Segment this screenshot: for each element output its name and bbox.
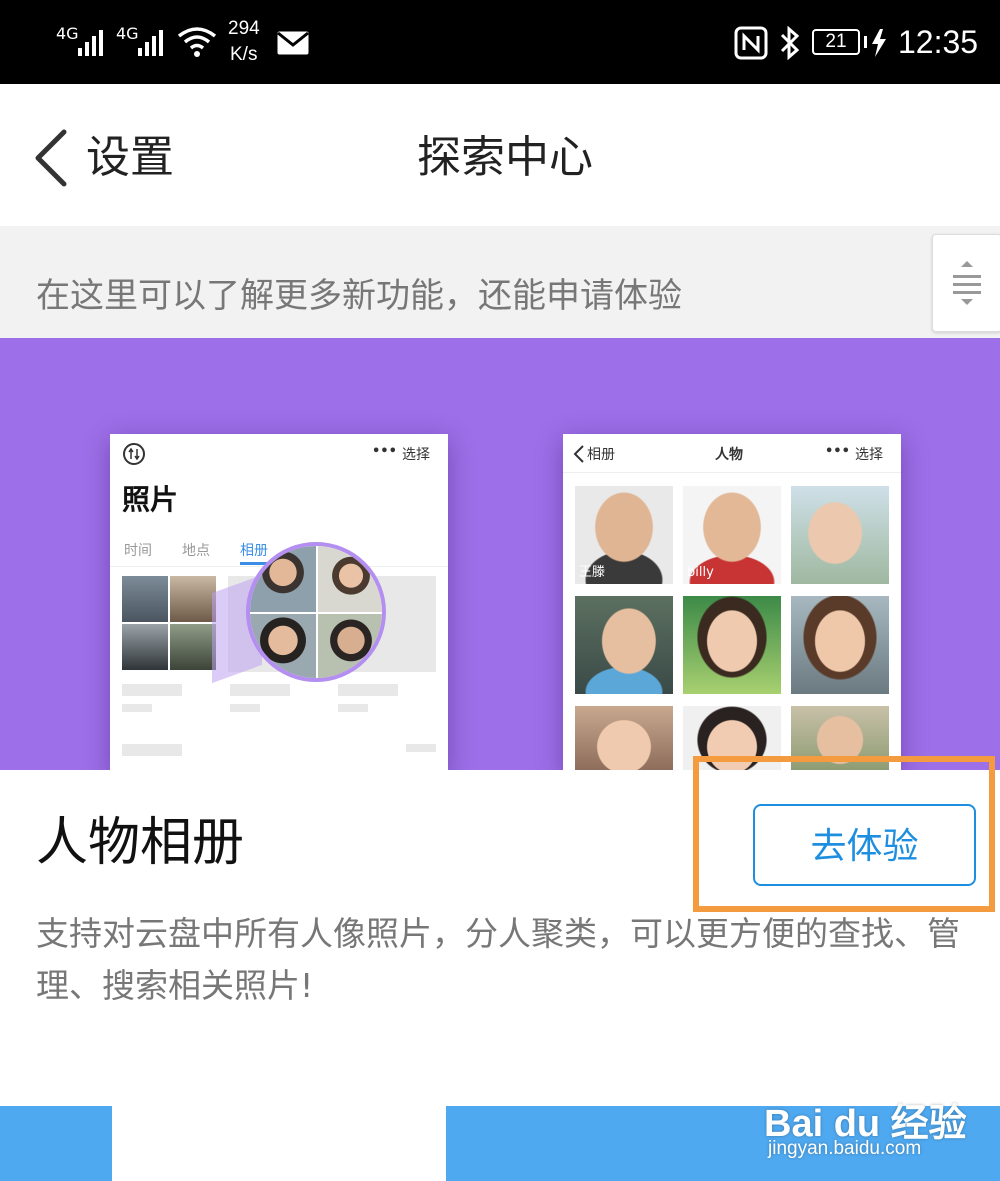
next-feature-card [112, 1106, 446, 1181]
battery-icon: 21 [812, 29, 860, 55]
more-icon: ••• [372, 444, 397, 459]
person-photo [683, 596, 781, 694]
sync-icon [123, 443, 145, 465]
select-label: 选择 [855, 447, 883, 463]
face-photo [318, 546, 382, 612]
mini-back-label: 相册 [587, 447, 615, 463]
battery-level: 21 [825, 31, 847, 52]
person-photo: billy [683, 486, 781, 584]
intro-text: 在这里可以了解更多新功能，还能申请体验 [36, 276, 682, 316]
net-speed-unit: K/s [230, 44, 258, 65]
people-title: 人物 [715, 447, 743, 463]
person-photo [575, 596, 673, 694]
face-photo [250, 546, 316, 612]
status-bar: 4G 4G 294 K/s 21 12:35 [0, 0, 1000, 84]
person-photo [575, 706, 673, 770]
feature-description: 支持对云盘中所有人像照片，分人聚类，可以更方便的查找、管理、搜索相关照片! [36, 914, 960, 1005]
signal-icon-2 [138, 26, 163, 56]
sort-icon [953, 261, 981, 305]
charging-icon [864, 29, 886, 57]
person-name: billy [687, 565, 714, 580]
placeholder-line [122, 704, 152, 712]
more-icon: ••• [825, 444, 850, 459]
placeholder-line [122, 684, 182, 696]
placeholder-line [122, 744, 182, 756]
tab-location: 地点 [182, 543, 210, 559]
mini-back-icon [573, 445, 584, 463]
photo-thumb [122, 624, 168, 670]
feature-hero-image: ••• 选择 照片 时间 地点 相册 人物 ••• 选择 王滕 billy [0, 338, 1000, 770]
watermark-url: jingyan.baidu.com [768, 1138, 922, 1159]
highlight-box [693, 756, 995, 912]
scroll-handle[interactable] [932, 234, 1000, 332]
face-photo [250, 614, 316, 678]
face-photo [318, 614, 382, 678]
placeholder-line [406, 744, 436, 752]
tab-time: 时间 [124, 543, 152, 559]
nfc-icon [734, 26, 768, 60]
baidu-watermark: Bai du 经验 jingyan.baidu.com [764, 1068, 984, 1164]
people-screen-mockup: 相册 人物 ••• 选择 王滕 billy [563, 434, 901, 770]
network-type-1: 4G [56, 24, 79, 43]
signal-icon-1 [78, 26, 103, 56]
wifi-icon [177, 27, 217, 57]
photo-thumb [122, 576, 168, 622]
photos-screen-mockup: ••• 选择 照片 时间 地点 相册 [110, 434, 448, 770]
mail-icon [277, 31, 309, 55]
network-type-2: 4G [116, 24, 139, 43]
page-title: 探索中心 [417, 132, 593, 183]
clock: 12:35 [898, 24, 979, 60]
placeholder-line [230, 684, 290, 696]
photo-thumb [170, 624, 216, 670]
magnifier-circle [246, 542, 386, 682]
placeholder-line [230, 704, 260, 712]
bluetooth-icon [780, 26, 800, 60]
photos-title: 照片 [122, 483, 179, 516]
person-photo [791, 486, 889, 584]
photo-thumb [170, 576, 216, 622]
divider [563, 472, 901, 473]
person-name: 王滕 [579, 565, 606, 580]
feature-title: 人物相册 [36, 813, 245, 873]
placeholder-line [338, 704, 368, 712]
net-speed-value: 294 [228, 18, 260, 39]
placeholder-line [338, 684, 398, 696]
person-photo [791, 596, 889, 694]
person-photo: 王滕 [575, 486, 673, 584]
select-label: 选择 [402, 447, 430, 463]
